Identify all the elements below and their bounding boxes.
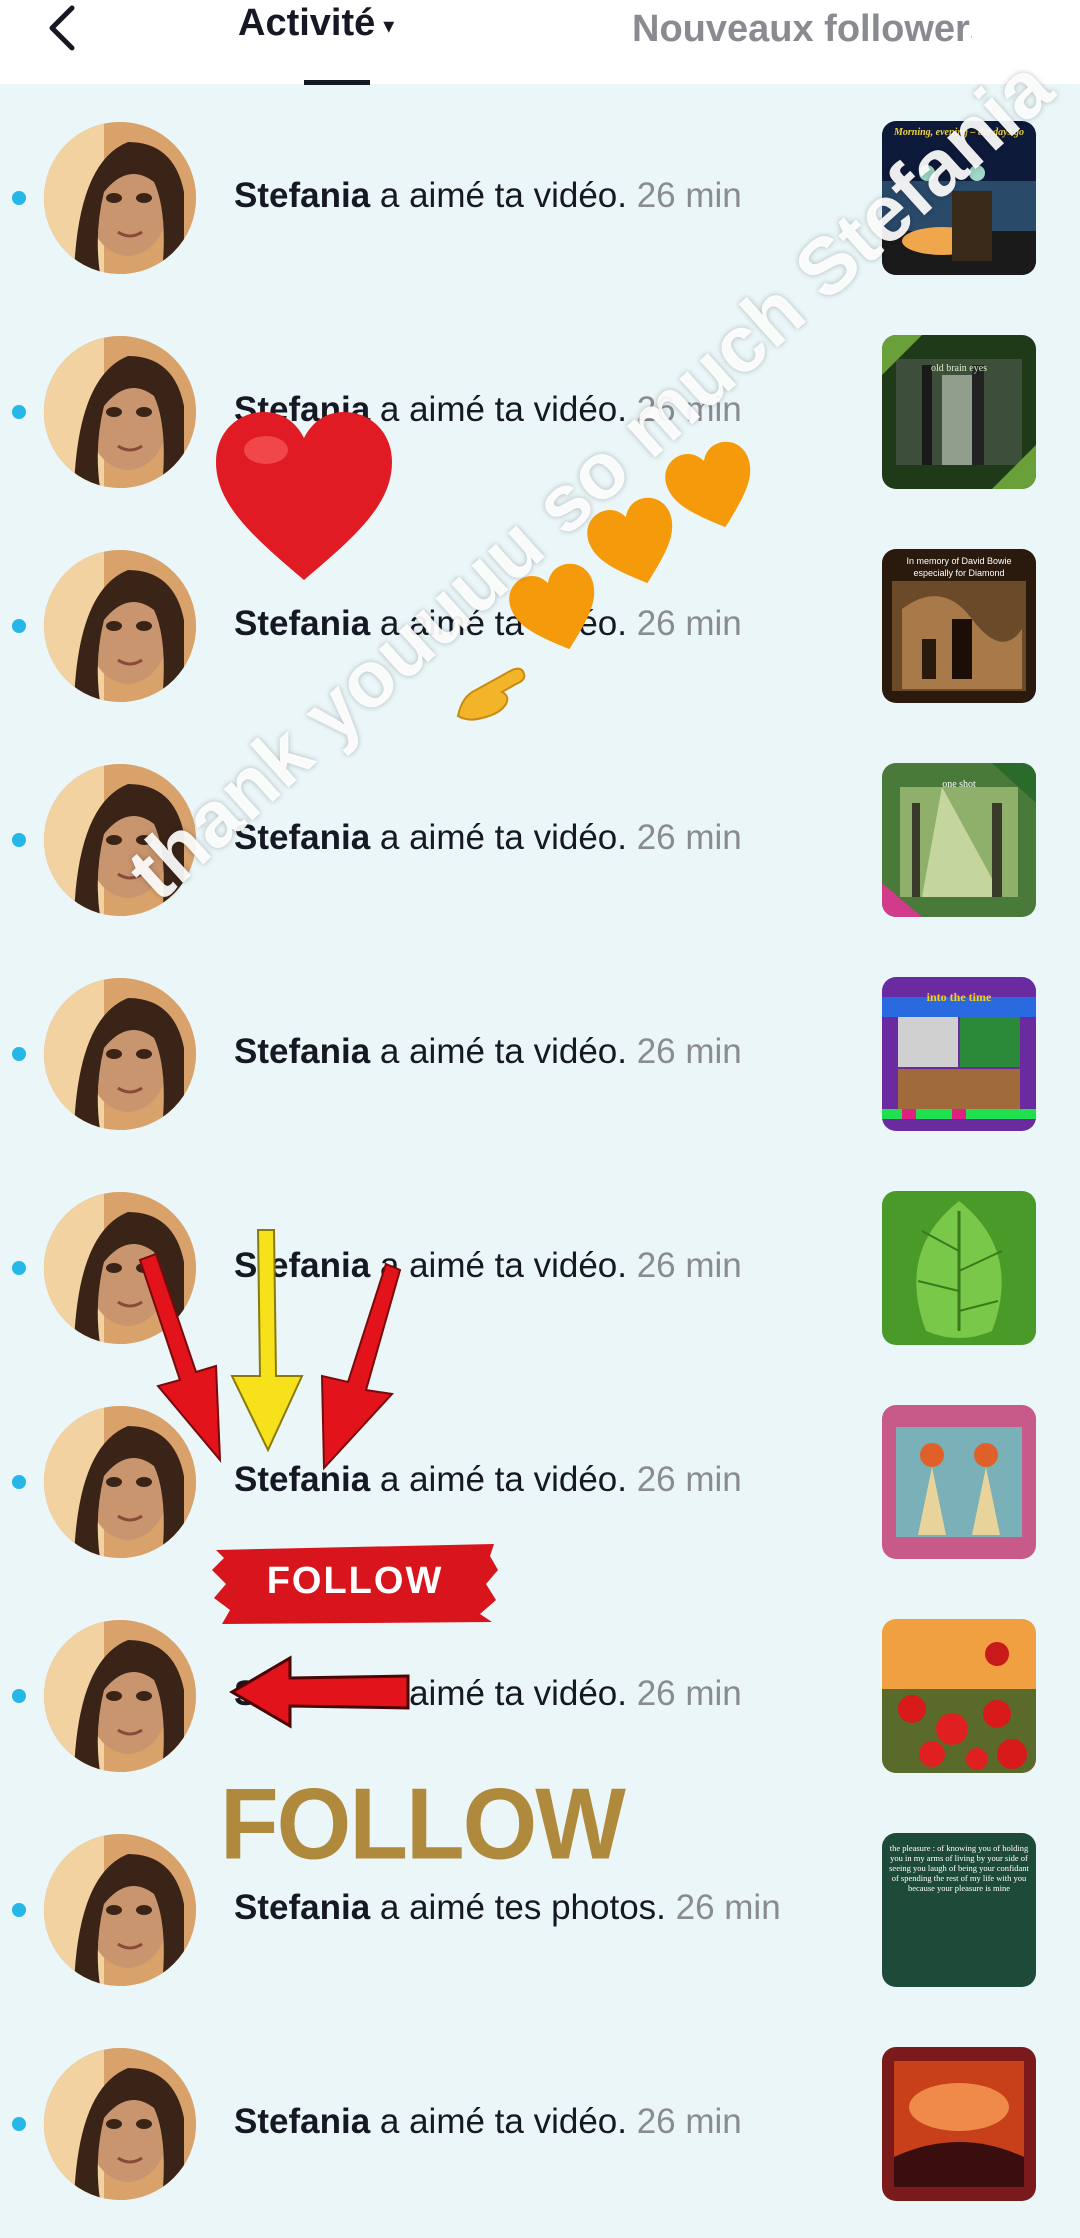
notification-row[interactable]: Stefania a aimé ta vidéo. 26 min one sho…: [0, 740, 1080, 954]
unread-dot: [12, 2117, 26, 2131]
notification-text: Stefania a aimé ta vidéo. 26 min: [234, 604, 742, 644]
user-name[interactable]: Stefania: [234, 1460, 370, 1499]
thumb-caption: the pleasure : of knowing you of holding…: [889, 1843, 1029, 1893]
thumb-caption: Morning, evening – the days go: [893, 127, 1024, 138]
avatar[interactable]: [44, 1192, 196, 1344]
video-thumbnail[interactable]: [882, 1191, 1036, 1345]
notification-row[interactable]: Stefania a aimé ta vidéo. 26 min old bra…: [0, 312, 1080, 526]
notification-text: Stefania a aimé ta vidéo. 26 min: [234, 176, 742, 216]
avatar[interactable]: [44, 978, 196, 1130]
unread-dot: [12, 1903, 26, 1917]
notification-action: a aimé ta vidéo.: [379, 2102, 627, 2141]
notification-text: Stefania a aimé ta vidéo. 26 min: [234, 818, 742, 858]
thumb-caption: In memory of David Bowie especially for …: [906, 556, 1012, 578]
notification-row[interactable]: Stefania a aimé ta vidéo. 26 min: [0, 2024, 1080, 2238]
chevron-left-icon: [49, 5, 75, 51]
user-name[interactable]: Stefania: [234, 604, 370, 643]
user-name[interactable]: Stefania: [234, 2102, 370, 2141]
tab-active-indicator: [304, 80, 370, 85]
notification-row[interactable]: Stefania a aimé ta vidéo. 26 min: [0, 1168, 1080, 1382]
notification-text: Stefania a aimé ta vidéo. 26 min: [234, 390, 742, 430]
video-thumbnail[interactable]: one shot: [882, 763, 1036, 917]
notification-time: 26 min: [636, 1460, 742, 1499]
video-thumbnail[interactable]: In memory of David Bowie especially for …: [882, 549, 1036, 703]
unread-dot: [12, 405, 26, 419]
tab-activity[interactable]: Activité ▾: [238, 2, 394, 45]
notification-time: 26 min: [636, 604, 742, 643]
thumb-caption: one shot: [942, 779, 976, 790]
notification-action: a aimé ta vidéo.: [379, 390, 627, 429]
notification-action: a aimé ta vidéo.: [379, 1674, 627, 1713]
notification-row[interactable]: Stefania a aimé tes photos. 26 min the p…: [0, 1810, 1080, 2024]
notification-time: 26 min: [636, 1246, 742, 1285]
notification-text: Stefania a aimé tes photos. 26 min: [234, 1888, 781, 1928]
notification-row[interactable]: Stefania a aimé ta vidéo. 26 min into th…: [0, 954, 1080, 1168]
notification-action: a aimé ta vidéo.: [379, 818, 627, 857]
video-thumbnail[interactable]: Morning, evening – the days go: [882, 121, 1036, 275]
unread-dot: [12, 833, 26, 847]
avatar[interactable]: [44, 764, 196, 916]
notification-action: a aimé ta vidéo.: [379, 1246, 627, 1285]
tab-activity-label: Activité: [238, 2, 376, 44]
user-name[interactable]: Stefania: [234, 818, 370, 857]
unread-dot: [12, 1047, 26, 1061]
avatar[interactable]: [44, 1620, 196, 1772]
user-name[interactable]: Stefania: [234, 1674, 370, 1713]
notification-time: 26 min: [636, 818, 742, 857]
notification-time: 26 min: [636, 1032, 742, 1071]
unread-dot: [12, 191, 26, 205]
notification-row[interactable]: Stefania a aimé ta vidéo. 26 min In memo…: [0, 526, 1080, 740]
avatar[interactable]: [44, 1834, 196, 1986]
video-thumbnail[interactable]: into the time: [882, 977, 1036, 1131]
user-name[interactable]: Stefania: [234, 1246, 370, 1285]
avatar[interactable]: [44, 550, 196, 702]
tab-new-followers[interactable]: Nouveaux followers: [632, 8, 972, 51]
top-bar: Activité ▾ Nouveaux followers: [0, 0, 1080, 85]
notification-time: 26 min: [675, 1888, 781, 1927]
notification-time: 26 min: [636, 176, 742, 215]
user-name[interactable]: Stefania: [234, 1888, 370, 1927]
thumb-caption: old brain eyes: [930, 363, 988, 374]
video-thumbnail[interactable]: the pleasure : of knowing you of holding…: [882, 1833, 1036, 1987]
user-name[interactable]: Stefania: [234, 176, 370, 215]
unread-dot: [12, 1261, 26, 1275]
notification-time: 26 min: [636, 2102, 742, 2141]
avatar[interactable]: [44, 122, 196, 274]
notification-text: Stefania a aimé ta vidéo. 26 min: [234, 1674, 742, 1714]
notification-action: a aimé tes photos.: [379, 1888, 666, 1927]
caret-down-icon: ▾: [383, 12, 395, 38]
notification-time: 26 min: [636, 1674, 742, 1713]
notification-text: Stefania a aimé ta vidéo. 26 min: [234, 1246, 742, 1286]
avatar[interactable]: [44, 2048, 196, 2200]
unread-dot: [12, 619, 26, 633]
avatar[interactable]: [44, 336, 196, 488]
notification-row[interactable]: Stefania a aimé ta vidéo. 26 min Morning…: [0, 98, 1080, 312]
notification-action: a aimé ta vidéo.: [379, 176, 627, 215]
notification-text: Stefania a aimé ta vidéo. 26 min: [234, 1032, 742, 1072]
notification-row[interactable]: Stefania a aimé ta vidéo. 26 min: [0, 1382, 1080, 1596]
notification-action: a aimé ta vidéo.: [379, 604, 627, 643]
back-button[interactable]: [40, 2, 84, 54]
video-thumbnail[interactable]: old brain eyes: [882, 335, 1036, 489]
thumb-caption: into the time: [926, 990, 992, 1004]
video-thumbnail[interactable]: [882, 1405, 1036, 1559]
unread-dot: [12, 1689, 26, 1703]
notification-action: a aimé ta vidéo.: [379, 1032, 627, 1071]
notification-row[interactable]: Stefania a aimé ta vidéo. 26 min: [0, 1596, 1080, 1810]
user-name[interactable]: Stefania: [234, 1032, 370, 1071]
notification-text: Stefania a aimé ta vidéo. 26 min: [234, 2102, 742, 2142]
video-thumbnail[interactable]: [882, 2047, 1036, 2201]
notification-text: Stefania a aimé ta vidéo. 26 min: [234, 1460, 742, 1500]
video-thumbnail[interactable]: [882, 1619, 1036, 1773]
notification-time: 26 min: [636, 390, 742, 429]
unread-dot: [12, 1475, 26, 1489]
notification-action: a aimé ta vidéo.: [379, 1460, 627, 1499]
user-name[interactable]: Stefania: [234, 390, 370, 429]
avatar[interactable]: [44, 1406, 196, 1558]
